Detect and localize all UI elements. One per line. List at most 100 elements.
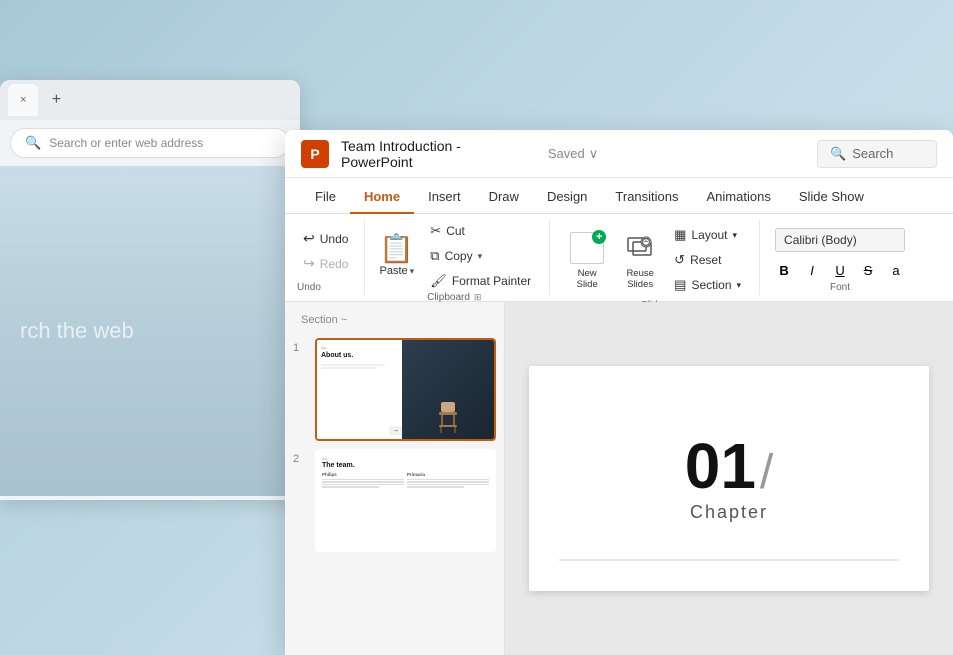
slide-number-2: 2 <box>293 453 307 465</box>
font-name-container: Calibri (Body) <box>775 220 905 252</box>
font-name-box[interactable]: Calibri (Body) <box>775 228 905 252</box>
bold-button[interactable]: B <box>772 258 796 282</box>
new-tab-button[interactable]: + <box>42 86 70 114</box>
layout-icon: ▦ <box>674 227 686 243</box>
browser-content: rch the web <box>0 166 300 496</box>
slide-1-image-area <box>402 340 494 439</box>
tab-design[interactable]: Design <box>533 181 601 214</box>
reuse-slides-icon <box>622 230 658 266</box>
slides-group: + NewSlide ReuseSli <box>550 220 760 295</box>
section-label: Section <box>691 278 731 292</box>
underline-button[interactable]: U <box>828 258 852 282</box>
address-bar-text: Search or enter web address <box>49 136 203 150</box>
main-slide: 01/ Chapter <box>529 366 929 591</box>
chair-svg <box>433 400 463 435</box>
ribbon-toolbar: ↩ Undo ↪ Redo Undo 📋 Paste ▾ <box>285 214 953 302</box>
paste-button[interactable]: 📋 Paste ▾ <box>371 231 422 281</box>
slide-number-1: 1 <box>293 342 307 354</box>
layout-button[interactable]: ▦ Layout ▾ <box>668 224 747 246</box>
slide-preview-1[interactable]: Aa.. About us. <box>315 338 496 441</box>
tab-insert[interactable]: Insert <box>414 181 475 214</box>
tab-transitions[interactable]: Transitions <box>601 181 692 214</box>
reset-label: Reset <box>690 253 721 267</box>
search-box[interactable]: 🔍 Search <box>817 140 937 168</box>
tab-close-icon[interactable]: × <box>20 94 26 106</box>
undo-group-label: Undo <box>297 282 354 295</box>
layout-dropdown-icon: ▾ <box>733 230 738 241</box>
new-slide-button[interactable]: + NewSlide <box>562 226 612 295</box>
slide-2-small-text: Aa.. <box>322 456 489 461</box>
clipboard-group: 📋 Paste ▾ ✂ Cut ⧉ Copy ▾ <box>365 220 550 295</box>
undo-label: Undo <box>320 232 349 246</box>
undo-buttons: ↩ Undo ↪ Redo <box>297 220 354 282</box>
new-slide-label: NewSlide <box>577 268 598 291</box>
format-painter-button[interactable]: 🖌 Format Painter <box>424 270 537 292</box>
copy-button[interactable]: ⧉ Copy ▾ <box>424 245 537 267</box>
reset-icon: ↺ <box>674 252 685 268</box>
chapter-divider-line <box>559 559 899 561</box>
slide-1-small-text: Aa.. <box>321 345 402 350</box>
section-header: Section ~ <box>293 310 496 330</box>
slide-2-columns: Philips Primaria <box>322 472 489 488</box>
chapter-content: 01/ Chapter <box>685 434 774 523</box>
slide-panel: Section ~ 1 Aa.. About us. <box>285 302 505 655</box>
slide-2-title: The team. <box>322 462 489 469</box>
slide-1-title: About us. <box>321 352 402 360</box>
powerpoint-logo: P <box>301 140 329 168</box>
tab-slideshow[interactable]: Slide Show <box>785 181 878 214</box>
italic-button[interactable]: I <box>800 258 824 282</box>
saved-status[interactable]: Saved ∨ <box>548 146 598 162</box>
format-painter-label: Format Painter <box>452 274 531 288</box>
slide-thumb-1[interactable]: 1 Aa.. About us. <box>293 338 496 441</box>
slide-2-col1-title: Philips <box>322 472 404 477</box>
paste-label: Paste <box>380 265 408 277</box>
tab-animations[interactable]: Animations <box>693 181 785 214</box>
title-bar: P Team Introduction - PowerPoint Saved ∨… <box>285 130 953 178</box>
browser-tab[interactable]: × <box>8 84 38 116</box>
browser-tab-bar: × + <box>0 80 300 120</box>
tab-home[interactable]: Home <box>350 181 414 214</box>
document-title: Team Introduction - PowerPoint <box>341 138 536 170</box>
font-format-row: B I U S a <box>772 258 908 282</box>
saved-chevron-icon: ∨ <box>589 146 599 162</box>
browser-address-bar[interactable]: 🔍 Search or enter web address <box>10 128 290 158</box>
undo-button[interactable]: ↩ Undo <box>297 227 354 250</box>
slide-1-background: Aa.. About us. <box>317 340 494 439</box>
slide-thumb-2[interactable]: 2 Aa.. The team. Philips <box>293 449 496 552</box>
font-group-label: Font <box>830 282 850 295</box>
copy-icon: ⧉ <box>430 248 439 264</box>
slide-1-arrow: → <box>389 426 402 435</box>
redo-label: Redo <box>320 257 349 271</box>
layout-label: Layout <box>691 228 727 242</box>
cut-icon: ✂ <box>430 223 441 239</box>
redo-button[interactable]: ↪ Redo <box>297 252 354 275</box>
chapter-number: 01/ <box>685 434 774 498</box>
clipboard-small-buttons: ✂ Cut ⧉ Copy ▾ 🖌 Format Painter <box>424 220 537 292</box>
clipboard-buttons: 📋 Paste ▾ ✂ Cut ⧉ Copy ▾ <box>371 220 537 292</box>
reuse-slides-button[interactable]: ReuseSlides <box>616 226 664 295</box>
browser-search-text: rch the web <box>20 318 134 344</box>
format-painter-icon: 🖌 <box>430 273 447 289</box>
slide-preview-2[interactable]: Aa.. The team. Philips <box>315 449 496 552</box>
undo-icon: ↩ <box>303 230 315 247</box>
slide-1-detail <box>321 364 402 369</box>
tab-draw[interactable]: Draw <box>475 181 533 214</box>
font-more-button[interactable]: a <box>884 258 908 282</box>
undo-group: ↩ Undo ↪ Redo Undo <box>297 220 365 295</box>
copy-dropdown-icon: ▾ <box>478 251 483 262</box>
search-icon: 🔍 <box>25 135 41 151</box>
saved-label: Saved <box>548 146 585 161</box>
slide-1-text-area: Aa.. About us. <box>317 340 406 439</box>
section-button[interactable]: ▤ Section ▾ <box>668 274 747 296</box>
new-slide-icon: + <box>568 230 606 266</box>
slide-2-col2: Primaria <box>407 472 489 488</box>
slide-2-content: Aa.. The team. Philips <box>317 451 494 550</box>
slide-content-area: Section ~ 1 Aa.. About us. <box>285 302 953 655</box>
tab-file[interactable]: File <box>301 181 350 214</box>
slide-2-col2-title: Primaria <box>407 472 489 477</box>
powerpoint-window: P Team Introduction - PowerPoint Saved ∨… <box>285 130 953 655</box>
strikethrough-button[interactable]: S <box>856 258 880 282</box>
reset-button[interactable]: ↺ Reset <box>668 249 747 271</box>
cut-button[interactable]: ✂ Cut <box>424 220 537 242</box>
section-dropdown-icon: ▾ <box>737 280 742 291</box>
